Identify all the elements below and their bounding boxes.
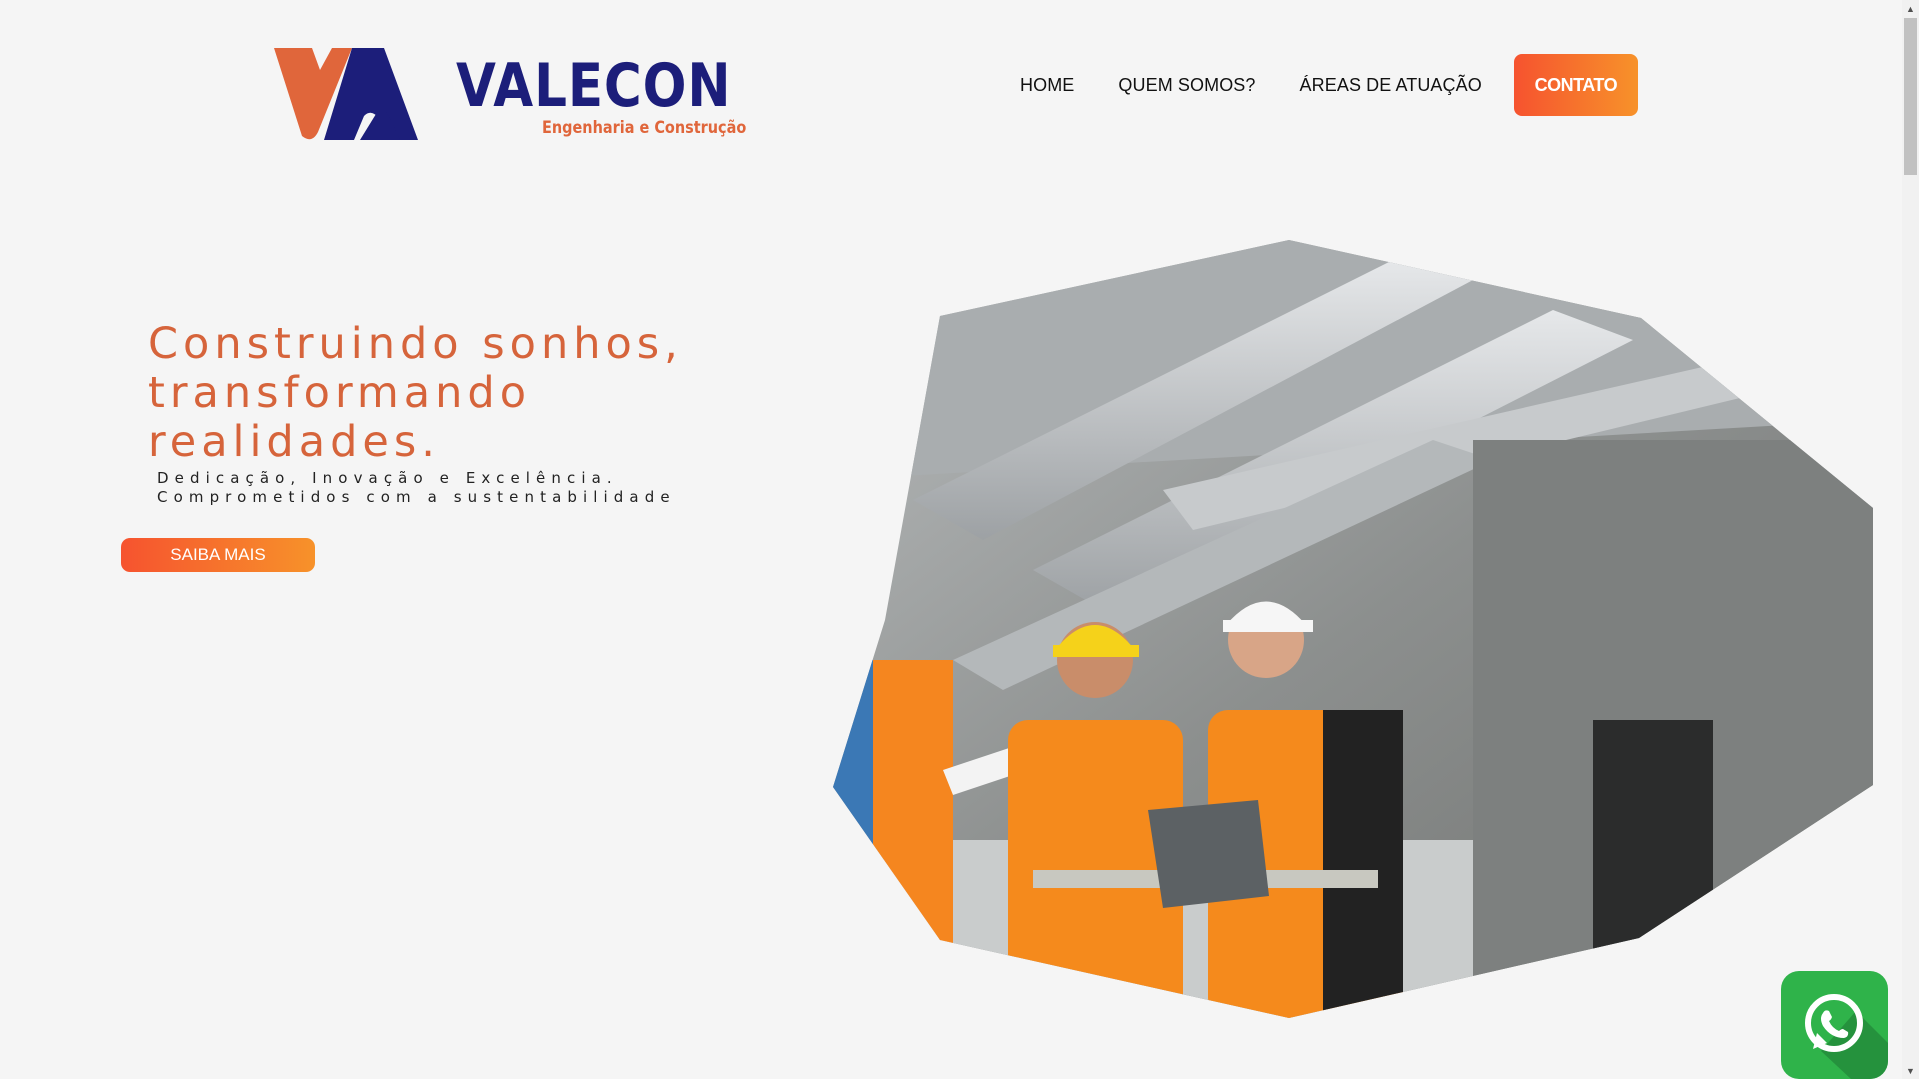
hero-title-line: realidades. <box>148 417 440 467</box>
nav-areas-de-atuacao[interactable]: ÁREAS DE ATUAÇÃO <box>1300 75 1482 96</box>
scroll-up-arrow-icon[interactable]: ▲ <box>1902 0 1919 17</box>
scroll-down-arrow-icon[interactable]: ▼ <box>1902 1062 1919 1079</box>
hero-title-line: Construindo sonhos, <box>148 319 683 369</box>
valecon-logo-mark <box>274 48 418 140</box>
logo-tagline: Engenharia e Construção <box>542 118 747 138</box>
hero-title-line: transformando <box>148 368 532 418</box>
construction-workers-photo <box>833 240 1873 1018</box>
scroll-thumb[interactable] <box>1904 18 1917 175</box>
hero-subtitle: Dedicação, Inovação e Excelência. Compro… <box>157 469 676 507</box>
valecon-logo[interactable]: VALECON Engenharia e Construção <box>272 44 746 148</box>
whatsapp-button[interactable] <box>1781 971 1888 1079</box>
saiba-mais-button[interactable]: SAIBA MAIS <box>121 538 315 572</box>
nav-quem-somos[interactable]: QUEM SOMOS? <box>1118 75 1255 96</box>
hero-title: Construindo sonhos, transformando realid… <box>148 320 683 467</box>
hero-subtitle-line: Dedicação, Inovação e Excelência. <box>157 469 618 487</box>
logo-wordmark: VALECON <box>456 51 732 121</box>
nav-home[interactable]: HOME <box>1020 75 1074 96</box>
page-scrollbar[interactable]: ▲ ▼ <box>1902 0 1919 1079</box>
main-nav: HOME QUEM SOMOS? ÁREAS DE ATUAÇÃO CONTAT… <box>1020 54 1638 116</box>
contact-button[interactable]: CONTATO <box>1513 54 1638 116</box>
whatsapp-icon <box>1805 994 1888 1079</box>
hero-subtitle-line: Comprometidos com a sustentabilidade <box>157 488 676 506</box>
